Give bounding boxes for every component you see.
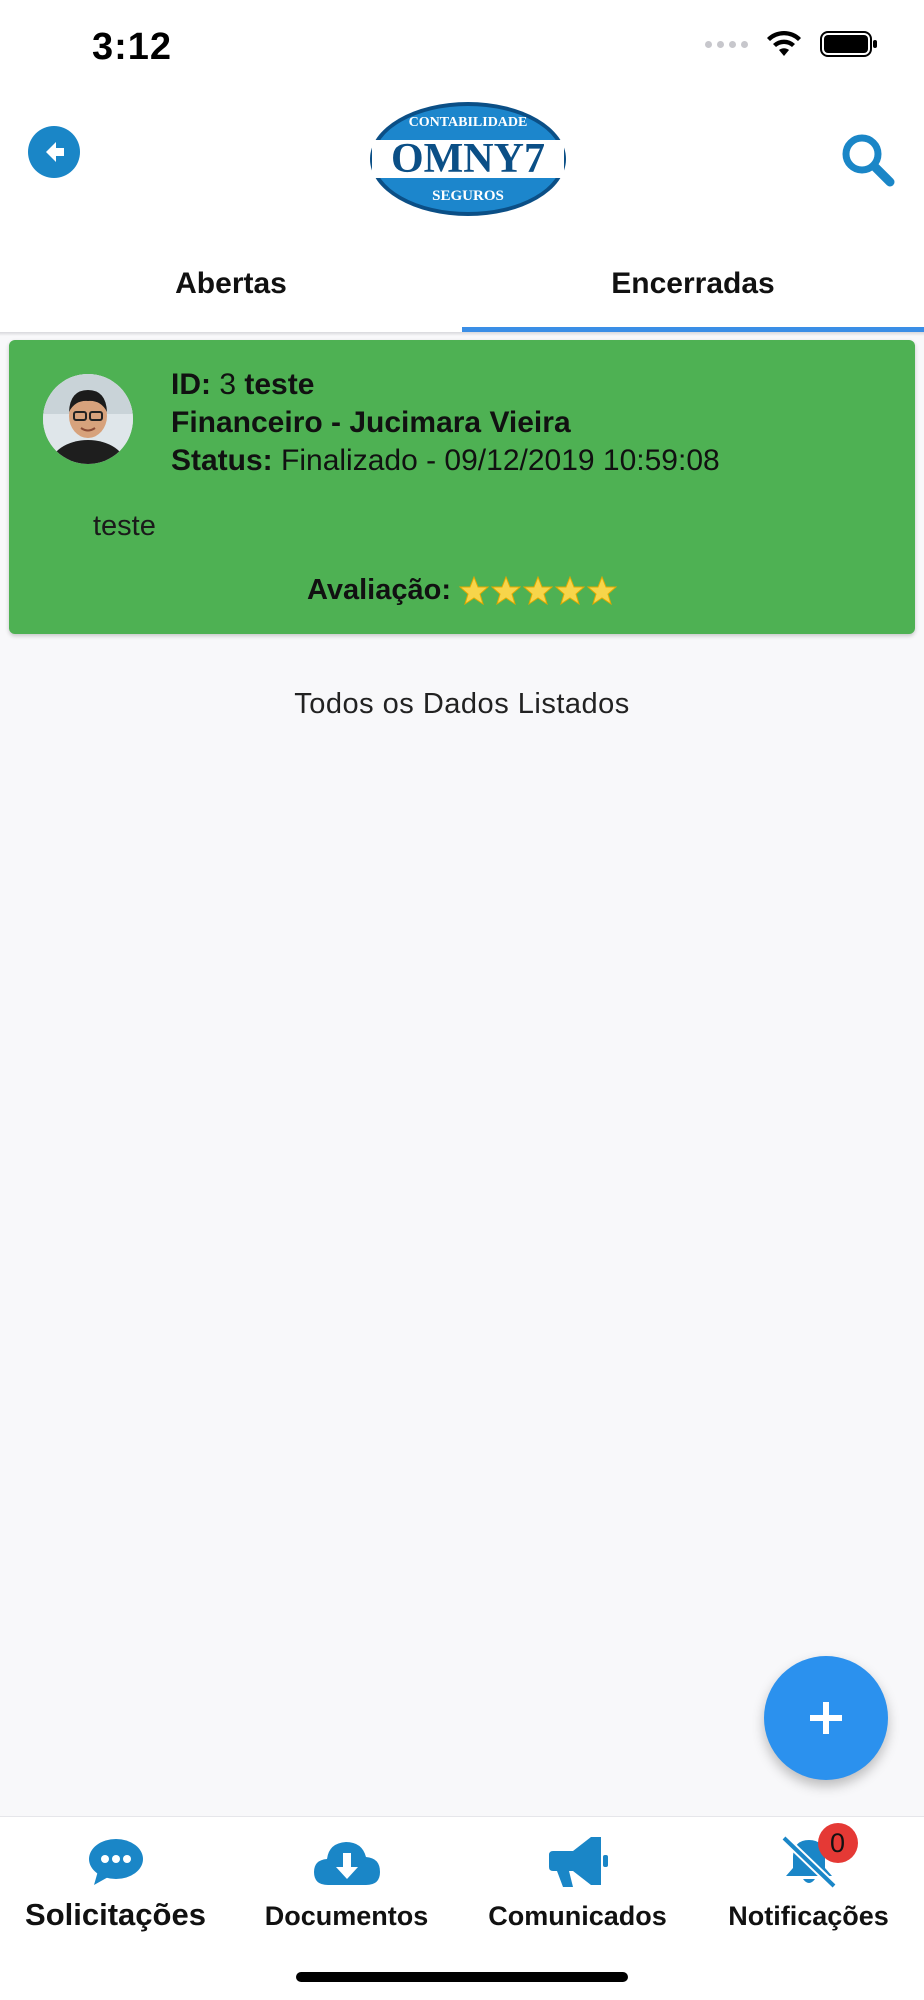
search-button[interactable] — [838, 130, 898, 190]
arrow-left-circle-icon — [46, 142, 64, 162]
ticket-status-value: Finalizado - 09/12/2019 10:59:08 — [281, 444, 720, 477]
wifi-icon — [767, 30, 801, 56]
nav-icon-wrapper: 0 — [778, 1823, 858, 1891]
megaphone-icon — [548, 1837, 608, 1887]
list-end-message: Todos os Dados Listados — [294, 688, 630, 720]
tab-encerradas[interactable]: Encerradas — [462, 236, 924, 332]
nav-label-comunicados: Comunicados — [488, 1901, 667, 1931]
back-button[interactable] — [28, 126, 80, 178]
plus-icon — [810, 1702, 842, 1734]
star-icon — [459, 575, 489, 605]
logo-bottom-text: SEGUROS — [432, 188, 504, 204]
cloud-download-icon — [313, 1842, 380, 1885]
logo-top-text: CONTABILIDADE — [409, 115, 528, 130]
ticket-info: ID: 3 teste Financeiro - Jucimara Vieira… — [171, 366, 720, 480]
ticket-id-label: ID: — [171, 368, 211, 401]
add-request-button[interactable] — [764, 1656, 888, 1780]
tab-abertas[interactable]: Abertas — [0, 236, 462, 332]
ticket-status-line: Status: Finalizado - 09/12/2019 10:59:08 — [171, 442, 720, 480]
status-bar: 3:12 — [0, 0, 924, 96]
nav-label-notificacoes: Notificações — [728, 1901, 889, 1931]
avatar — [43, 374, 133, 464]
ticket-description: teste — [93, 510, 156, 542]
notification-badge: 0 — [817, 1823, 858, 1863]
star-icon — [555, 575, 585, 605]
app-header: CONTABILIDADE OMNY7 SEGUROS — [0, 96, 924, 236]
status-time: 3:12 — [92, 26, 173, 68]
ticket-department-line: Financeiro - Jucimara Vieira — [171, 404, 720, 442]
status-icons — [705, 30, 878, 58]
logo-main-text: OMNY7 — [391, 136, 545, 182]
rating-stars — [459, 575, 617, 606]
nav-item-solicitacoes[interactable]: Solicitações — [0, 1833, 231, 1953]
search-icon — [842, 134, 895, 187]
nav-item-notificacoes[interactable]: 0 Notificações — [693, 1823, 924, 1953]
ticket-card[interactable]: ID: 3 teste Financeiro - Jucimara Vieira… — [9, 340, 915, 634]
tab-bar-shadow — [0, 332, 924, 336]
nav-icon-wrapper — [88, 1833, 144, 1891]
home-indicator — [296, 1972, 628, 1982]
rating-label: Avaliação: — [307, 574, 451, 606]
star-icon — [523, 575, 553, 605]
star-icon — [587, 575, 617, 605]
ticket-rating: Avaliação: — [9, 574, 915, 607]
omny7-logo: CONTABILIDADE OMNY7 SEGUROS — [370, 102, 566, 216]
ticket-title: teste — [244, 368, 315, 401]
battery-icon — [820, 31, 877, 57]
ticket-department-user: Financeiro - Jucimara Vieira — [171, 406, 571, 439]
nav-item-documentos[interactable]: Documentos — [231, 1833, 462, 1953]
cellular-signal-icon — [705, 40, 748, 48]
nav-item-comunicados[interactable]: Comunicados — [462, 1833, 693, 1953]
tab-bar: Abertas Encerradas — [0, 236, 924, 332]
nav-icon-wrapper — [312, 1833, 382, 1891]
nav-label-solicitacoes: Solicitações — [25, 1897, 206, 1932]
chat-bubble-icon — [88, 1839, 143, 1885]
star-icon — [491, 575, 521, 605]
ticket-status-label: Status: — [171, 444, 273, 477]
ticket-id-line: ID: 3 teste — [171, 366, 720, 404]
ticket-id-value: 3 — [219, 368, 237, 401]
nav-icon-wrapper — [547, 1833, 609, 1891]
nav-label-documentos: Documentos — [264, 1901, 429, 1931]
